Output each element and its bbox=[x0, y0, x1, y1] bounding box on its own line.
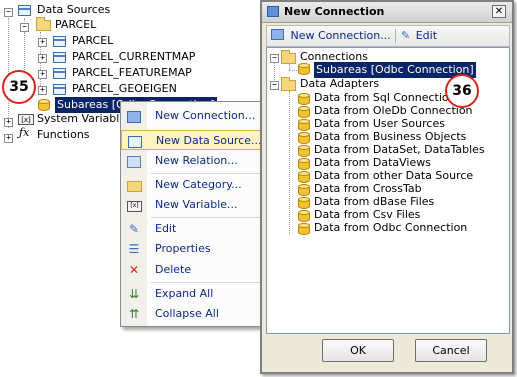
data-adapter-icon bbox=[298, 119, 310, 132]
data-adapter-icon bbox=[298, 93, 310, 106]
data-adapter-icon bbox=[298, 197, 310, 210]
table-icon bbox=[53, 68, 66, 79]
functions-icon: ƒx bbox=[19, 126, 30, 139]
ok-button[interactable]: OK bbox=[322, 339, 394, 362]
menu-item-new-data-source[interactable]: New Data Source... bbox=[121, 130, 267, 150]
menu-item-delete[interactable]: ✕ Delete bbox=[121, 260, 267, 280]
properties-icon: ☰ bbox=[128, 242, 140, 256]
menu-item-new-relation[interactable]: New Relation... bbox=[121, 151, 267, 171]
expand-toggle[interactable]: + bbox=[4, 118, 13, 127]
dialog-toolbar: New Connection... ✎ Edit bbox=[266, 25, 510, 47]
data-adapter-icon bbox=[298, 223, 310, 236]
tree-item-parcel-featuremap[interactable]: PARCEL_FEATUREMAP bbox=[72, 65, 192, 81]
collapse-toggle[interactable]: − bbox=[4, 8, 13, 17]
adapter-odbc[interactable]: Data from Odbc Connection bbox=[314, 220, 467, 236]
new-connection-icon bbox=[127, 111, 141, 123]
data-adapter-icon bbox=[298, 171, 310, 184]
data-adapter-icon bbox=[298, 145, 310, 158]
menu-item-new-category[interactable]: New Category... bbox=[121, 175, 267, 195]
menu-item-properties[interactable]: ☰ Properties bbox=[121, 239, 267, 259]
new-connection-dialog: New Connection ✕ New Connection... ✎ Edi… bbox=[260, 0, 514, 374]
expand-all-icon: ⇊ bbox=[128, 287, 140, 301]
new-category-icon bbox=[127, 181, 142, 192]
system-variables-icon: [x] bbox=[18, 114, 34, 125]
connections-folder-icon bbox=[281, 50, 296, 64]
collapse-all-icon: ⇈ bbox=[128, 307, 140, 321]
new-relation-icon bbox=[127, 156, 141, 168]
odbc-connection-icon bbox=[298, 63, 310, 76]
menu-item-new-variable[interactable]: [x] New Variable... bbox=[121, 195, 267, 215]
tree-functions[interactable]: Functions bbox=[37, 127, 90, 143]
table-icon bbox=[53, 36, 66, 47]
tree-item-parcel-currentmap[interactable]: PARCEL_CURRENTMAP bbox=[72, 49, 195, 65]
cancel-button[interactable]: Cancel bbox=[415, 339, 487, 362]
menu-item-collapse-all[interactable]: ⇈ Collapse All bbox=[121, 304, 267, 324]
data-sources-icon bbox=[18, 5, 31, 16]
expand-toggle[interactable]: + bbox=[38, 70, 47, 79]
new-variable-icon: [x] bbox=[127, 201, 142, 212]
dialog-titlebar[interactable]: New Connection ✕ bbox=[262, 2, 512, 23]
menu-item-new-connection[interactable]: New Connection... bbox=[121, 106, 267, 126]
context-menu: New Connection... New Data Source... New… bbox=[120, 101, 268, 327]
expand-toggle[interactable]: + bbox=[38, 86, 47, 95]
tree-item-parcel[interactable]: PARCEL bbox=[72, 33, 113, 49]
collapse-toggle[interactable]: − bbox=[20, 23, 29, 32]
data-adapter-icon bbox=[298, 132, 310, 145]
table-icon bbox=[53, 52, 66, 63]
data-adapter-icon bbox=[298, 158, 310, 171]
tree-parcel-label[interactable]: PARCEL bbox=[55, 17, 96, 33]
new-data-source-icon bbox=[128, 136, 142, 148]
new-connection-icon bbox=[271, 29, 284, 40]
data-adapter-icon bbox=[298, 210, 310, 223]
close-button[interactable]: ✕ bbox=[492, 5, 506, 18]
tree-item-parcel-geoeigen[interactable]: PARCEL_GEOEIGEN bbox=[72, 81, 177, 97]
dialog-app-icon bbox=[267, 6, 279, 17]
step-badge-36: 36 bbox=[445, 74, 479, 108]
toolbar-new-connection-button[interactable]: New Connection... bbox=[271, 28, 391, 44]
menu-item-expand-all[interactable]: ⇊ Expand All bbox=[121, 284, 267, 304]
connections-tree-panel[interactable]: − Connections Subareas [Odbc Connection]… bbox=[266, 47, 510, 334]
expand-toggle[interactable]: + bbox=[4, 134, 13, 143]
toolbar-edit-button[interactable]: ✎ Edit bbox=[401, 28, 437, 44]
edit-icon: ✎ bbox=[128, 222, 140, 236]
tree-system-variables[interactable]: System Variables bbox=[37, 111, 132, 127]
edit-icon: ✎ bbox=[401, 29, 411, 42]
step-badge-35: 35 bbox=[2, 70, 36, 104]
tree-root-label[interactable]: Data Sources bbox=[37, 2, 110, 18]
collapse-toggle[interactable]: − bbox=[270, 81, 279, 90]
expand-toggle[interactable]: + bbox=[38, 38, 47, 47]
data-adapter-icon bbox=[298, 184, 310, 197]
delete-icon: ✕ bbox=[128, 263, 140, 277]
data-adapters-folder-icon bbox=[281, 77, 296, 91]
dialog-title: New Connection bbox=[284, 5, 385, 18]
table-icon bbox=[53, 84, 66, 95]
expand-toggle[interactable]: + bbox=[38, 54, 47, 63]
menu-item-edit[interactable]: ✎ Edit bbox=[121, 219, 267, 239]
parcel-folder-icon bbox=[36, 17, 51, 31]
data-adapter-icon bbox=[298, 106, 310, 119]
